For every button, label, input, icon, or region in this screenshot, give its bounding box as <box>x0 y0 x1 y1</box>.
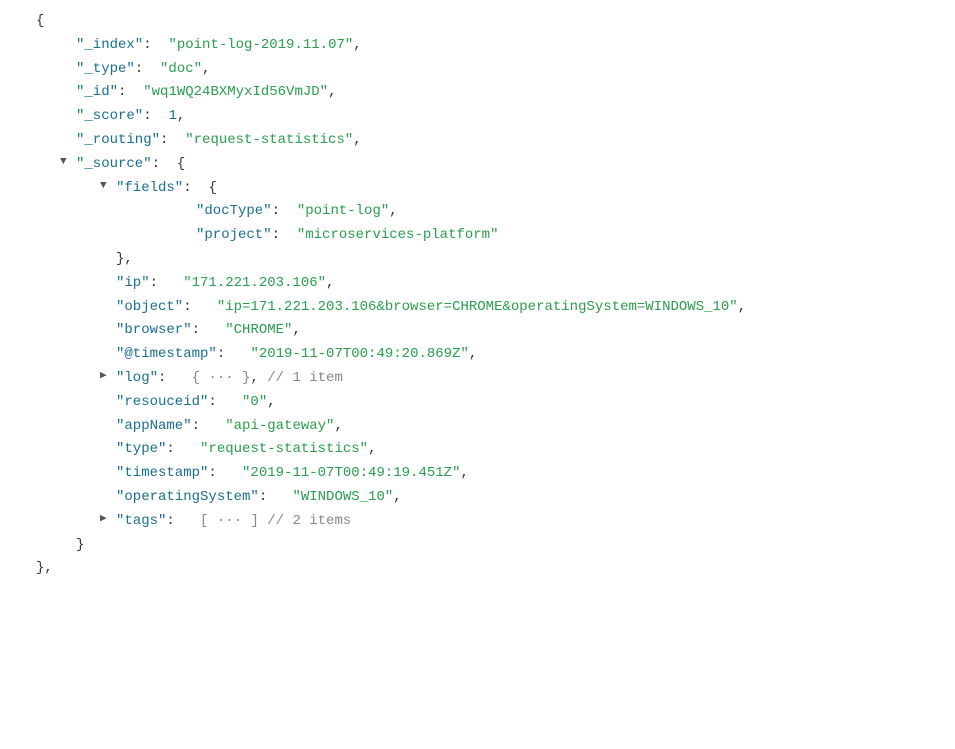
log-collapsed: { ··· } <box>192 367 251 391</box>
timestamp2-value: "2019-11-07T00:49:19.451Z" <box>242 462 460 486</box>
timestamp2-key: "timestamp" <box>116 462 208 486</box>
resouceid-key: "resouceid" <box>116 391 208 415</box>
routing-line: "_routing" : "request-statistics" , <box>20 129 935 153</box>
index-line: "_index" : "point-log-2019.11.07" , <box>20 34 935 58</box>
routing-value: "request-statistics" <box>185 129 353 153</box>
operatingsystem-value: "WINDOWS_10" <box>292 486 393 510</box>
tags-comment: // 2 items <box>259 510 351 534</box>
timestamp-key: "@timestamp" <box>116 343 217 367</box>
ip-line: "ip" : "171.221.203.106" , <box>20 272 935 296</box>
browser-line: "browser" : "CHROME" , <box>20 319 935 343</box>
fields-open-line: ▼ "fields" : { <box>20 177 935 201</box>
root-open-brace: { <box>36 10 44 34</box>
source-toggle[interactable]: ▼ <box>60 153 76 172</box>
source-close-line: } <box>20 534 935 558</box>
resouceid-line: "resouceid" : "0" , <box>20 391 935 415</box>
fields-open-brace: { <box>208 177 216 201</box>
operatingsystem-line: "operatingSystem" : "WINDOWS_10" , <box>20 486 935 510</box>
routing-key: "_routing" <box>76 129 160 153</box>
root-open: { <box>20 10 935 34</box>
root-close-line: }, <box>20 557 935 581</box>
fields-close-brace: }, <box>116 248 133 272</box>
tags-collapsed: [ ··· ] <box>200 510 259 534</box>
index-key: "_index" <box>76 34 143 58</box>
appname-line: "appName" : "api-gateway" , <box>20 415 935 439</box>
operatingsystem-key: "operatingSystem" <box>116 486 259 510</box>
source-close-brace: } <box>76 534 84 558</box>
object-value: "ip=171.221.203.106&browser=CHROME&opera… <box>217 296 738 320</box>
tags-line: ▶ "tags" : [ ··· ] // 2 items <box>20 510 935 534</box>
appname-key: "appName" <box>116 415 192 439</box>
timestamp2-line: "timestamp" : "2019-11-07T00:49:19.451Z"… <box>20 462 935 486</box>
tags-key: "tags" <box>116 510 166 534</box>
project-key: "project" <box>196 224 272 248</box>
timestamp-value: "2019-11-07T00:49:20.869Z" <box>250 343 468 367</box>
source-open-line: ▼ "_source" : { <box>20 153 935 177</box>
ip-key: "ip" <box>116 272 150 296</box>
json-viewer: { "_index" : "point-log-2019.11.07" , "_… <box>20 10 935 581</box>
appname-value: "api-gateway" <box>225 415 334 439</box>
fields-key: "fields" <box>116 177 183 201</box>
doctype-line: "docType" : "point-log" , <box>20 200 935 224</box>
browser-key: "browser" <box>116 319 192 343</box>
log-key: "log" <box>116 367 158 391</box>
score-key: "_score" <box>76 105 143 129</box>
score-value: 1 <box>168 105 176 129</box>
browser-value: "CHROME" <box>225 319 292 343</box>
log-comment: // 1 item <box>267 367 343 391</box>
ip-value: "171.221.203.106" <box>183 272 326 296</box>
id-key: "_id" <box>76 81 118 105</box>
timestamp-line: "@timestamp" : "2019-11-07T00:49:20.869Z… <box>20 343 935 367</box>
object-line: "object" : "ip=171.221.203.106&browser=C… <box>20 296 935 320</box>
type-line: "_type" : "doc" , <box>20 58 935 82</box>
log-line: ▶ "log" : { ··· } , // 1 item <box>20 367 935 391</box>
log-toggle[interactable]: ▶ <box>100 367 116 386</box>
fields-toggle[interactable]: ▼ <box>100 177 116 196</box>
project-value: "microservices-platform" <box>297 224 499 248</box>
type-key: "_type" <box>76 58 135 82</box>
id-value: "wq1WQ24BXMyxId56VmJD" <box>143 81 328 105</box>
fields-close-line: }, <box>20 248 935 272</box>
doctype-value: "point-log" <box>297 200 389 224</box>
project-line: "project" : "microservices-platform" <box>20 224 935 248</box>
tags-toggle[interactable]: ▶ <box>100 510 116 529</box>
type-value: "doc" <box>160 58 202 82</box>
type2-key: "type" <box>116 438 166 462</box>
type2-line: "type" : "request-statistics" , <box>20 438 935 462</box>
object-key: "object" <box>116 296 183 320</box>
id-line: "_id" : "wq1WQ24BXMyxId56VmJD" , <box>20 81 935 105</box>
doctype-key: "docType" <box>196 200 272 224</box>
root-close-brace: }, <box>36 557 53 581</box>
type2-value: "request-statistics" <box>200 438 368 462</box>
index-value: "point-log-2019.11.07" <box>168 34 353 58</box>
score-line: "_score" : 1 , <box>20 105 935 129</box>
resouceid-value: "0" <box>242 391 267 415</box>
source-open-brace: { <box>177 153 185 177</box>
source-key: "_source" <box>76 153 152 177</box>
